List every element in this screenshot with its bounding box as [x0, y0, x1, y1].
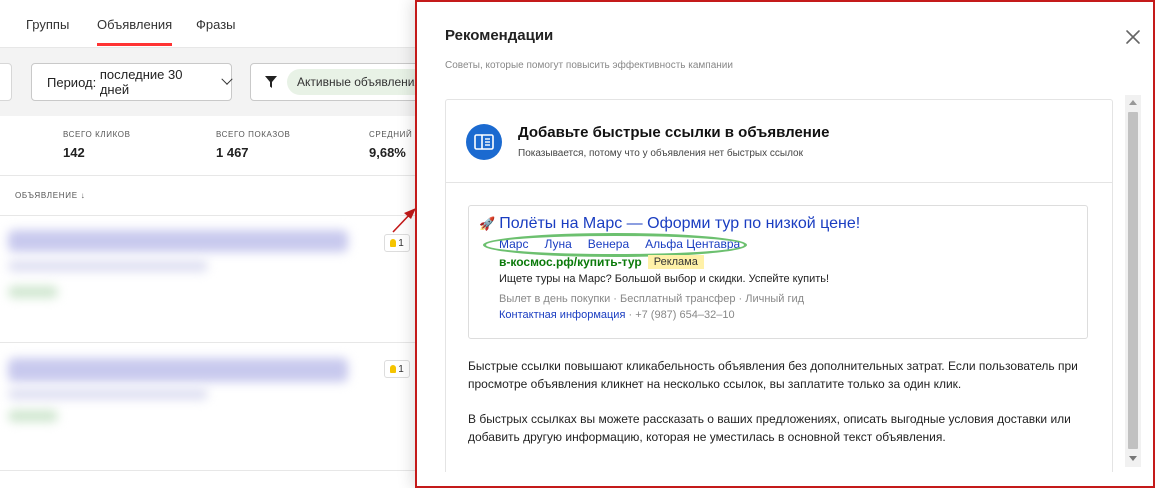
blurred-ad-title — [8, 230, 348, 252]
sitelinks-icon — [466, 124, 502, 160]
blurred-ad-text — [8, 260, 208, 272]
card-title: Добавьте быстрые ссылки в объявление — [518, 124, 830, 141]
stat-clicks-label: всего кликов — [63, 130, 131, 139]
blurred-ad-title — [8, 358, 348, 382]
period-label: Период: — [47, 74, 97, 90]
lightbulb-icon — [390, 365, 397, 373]
stat-ctr-label: средний — [369, 130, 413, 139]
card-header: Добавьте быстрые ссылки в объявление Пок… — [446, 100, 1112, 183]
recommendation-card: Добавьте быстрые ссылки в объявление Пок… — [445, 99, 1113, 472]
ad-preview-title-text: Полёты на Марс — Оформи тур по низкой це… — [499, 215, 861, 232]
ad-preview-url-text: в-космос.рф/купить-тур — [499, 255, 642, 269]
ad-preview-features: Вылет в день покупки · Бесплатный трансф… — [499, 293, 805, 305]
close-icon[interactable] — [1125, 29, 1141, 45]
sitelink-venus[interactable]: Венера — [588, 237, 629, 251]
stat-ctr: средний 9,68% — [369, 130, 412, 160]
ad-preview-text: Ищете туры на Марс? Большой выбор и скид… — [499, 273, 830, 285]
stat-impressions-label: всего показов — [216, 130, 291, 139]
scroll-down-arrow-icon[interactable] — [1129, 456, 1137, 461]
status-filter-chip[interactable]: Активные объявления — [287, 69, 431, 95]
ad-preview: 🚀 Полёты на Марс — Оформи тур по низкой ц… — [468, 205, 1088, 339]
period-select[interactable]: Период: последние 30 дней — [31, 63, 233, 101]
contact-info-link[interactable]: Контактная информация — [499, 309, 625, 321]
ad-sitelinks: Марс Луна Венера Альфа Центавра — [499, 237, 740, 251]
recommendation-count: 1 — [398, 237, 404, 249]
card-paragraph-2: В быстрых ссылках вы можете рассказать о… — [468, 412, 1071, 444]
ad-preview-phone: · +7 (987) 654–32–10 — [628, 309, 735, 321]
card-reason: Показывается, потому что у объявления не… — [518, 148, 803, 159]
tab-phrases[interactable]: Фразы — [196, 17, 236, 32]
scrollbar-thumb[interactable] — [1128, 112, 1138, 449]
sitelink-alpha-centauri[interactable]: Альфа Центавра — [645, 237, 740, 251]
column-header-label: объявление — [15, 191, 78, 200]
table-row[interactable]: 1 — [0, 216, 420, 343]
period-value: последние 30 дней — [99, 67, 183, 97]
filter-icon — [265, 76, 277, 88]
lightbulb-icon — [390, 239, 397, 247]
panel-scrollbar[interactable] — [1125, 95, 1141, 467]
tab-groups[interactable]: Группы — [26, 17, 69, 32]
panel-title: Рекомендации — [445, 27, 554, 44]
sitelink-moon[interactable]: Луна — [544, 237, 571, 251]
table-row[interactable]: 1 — [0, 344, 420, 471]
panel-subtitle: Советы, которые помогут повысить эффекти… — [445, 60, 733, 71]
recommendations-panel: Рекомендации Советы, которые помогут пов… — [415, 0, 1155, 488]
card-paragraph-1: Быстрые ссылки повышают кликабельность о… — [468, 359, 1078, 391]
ad-preview-title[interactable]: 🚀 Полёты на Марс — Оформи тур по низкой ц… — [479, 215, 860, 233]
recommendation-badge[interactable]: 1 — [384, 234, 410, 252]
rocket-icon: 🚀 — [479, 216, 496, 231]
sort-arrow-icon: ↓ — [80, 191, 86, 200]
tabs-bar: Группы Объявления Фразы — [0, 0, 420, 48]
stat-clicks: всего кликов 142 — [63, 130, 131, 160]
stat-clicks-value: 142 — [63, 145, 85, 160]
stat-impressions: всего показов 1 467 — [216, 130, 291, 160]
sitelink-mars[interactable]: Марс — [499, 237, 528, 251]
ad-preview-contact: Контактная информация · +7 (987) 654–32–… — [499, 309, 735, 321]
chevron-down-icon — [221, 73, 233, 85]
filter-bar: Период: последние 30 дней Активные объяв… — [0, 48, 450, 116]
stat-ctr-value: 9,68% — [369, 145, 406, 160]
stats-summary: всего кликов 142 всего показов 1 467 сре… — [0, 116, 420, 176]
blurred-ad-text — [8, 388, 208, 400]
blurred-ad-url — [8, 410, 58, 422]
filter-bar-left-control[interactable] — [0, 63, 12, 101]
ad-label: Реклама — [647, 255, 704, 269]
blurred-ad-url — [8, 286, 58, 298]
scroll-up-arrow-icon[interactable] — [1129, 100, 1137, 105]
stat-impressions-value: 1 467 — [216, 145, 249, 160]
ad-preview-url[interactable]: в-космос.рф/купить-тур Реклама — [499, 255, 704, 269]
column-header-ad[interactable]: объявление ↓ — [15, 191, 85, 200]
recommendation-count: 1 — [398, 363, 404, 375]
recommendation-badge[interactable]: 1 — [384, 360, 410, 378]
tab-ads[interactable]: Объявления — [97, 17, 173, 46]
